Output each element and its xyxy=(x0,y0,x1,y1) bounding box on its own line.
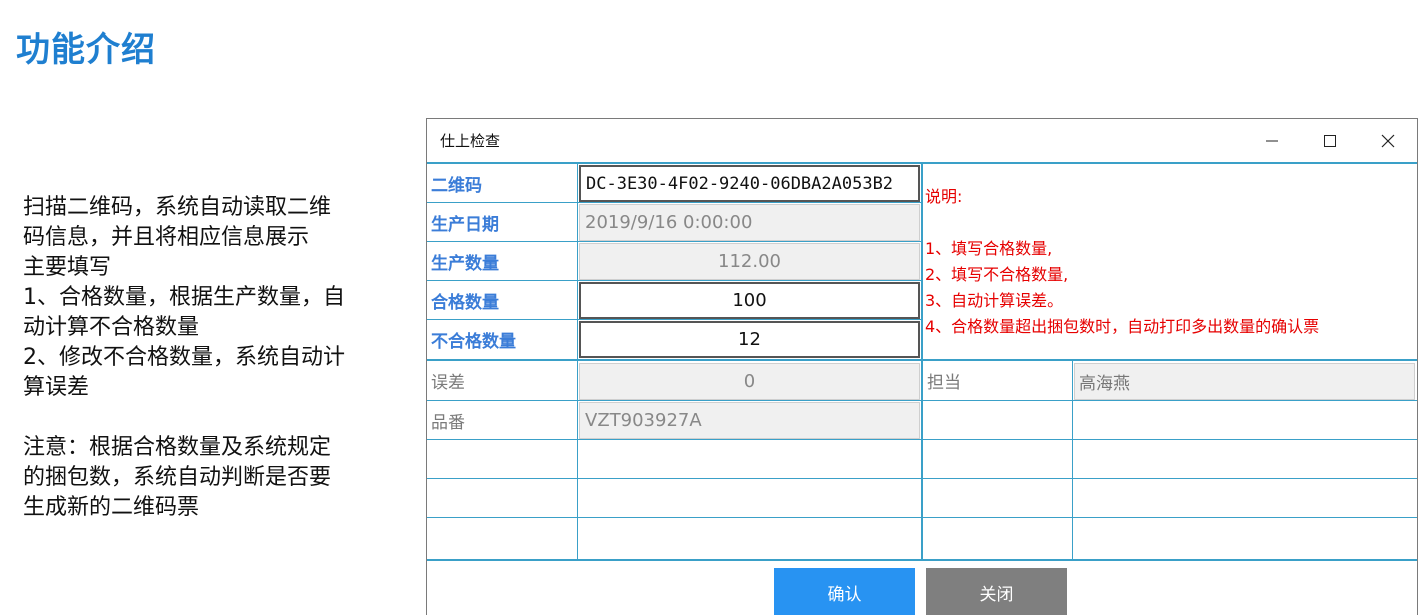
instruction-item: 3、自动计算误差。 xyxy=(925,291,1064,310)
owner-label: 担当 xyxy=(927,373,961,393)
owner-field: 高海燕 xyxy=(1074,363,1415,400)
intro-line: 1、合格数量，根据生产数量，自 xyxy=(23,285,345,310)
note-line: 生成新的二维码票 xyxy=(23,495,200,520)
production-date-field: 2019/9/16 0:00:00 xyxy=(579,204,920,241)
close-button[interactable] xyxy=(1359,119,1417,162)
intro-text: 扫描二维码，系统自动读取二维 码信息，并且将相应信息展示 主要填写 1、合格数量… xyxy=(23,193,403,523)
instructions-heading: 说明: xyxy=(925,187,963,206)
qrcode-label: 二维码 xyxy=(431,176,482,196)
grid-line xyxy=(921,164,923,561)
error-field: 0 xyxy=(579,363,920,400)
intro-line: 码信息，并且将相应信息展示 xyxy=(23,225,310,250)
pass-qty-label: 合格数量 xyxy=(431,293,499,313)
part-no-label: 品番 xyxy=(431,413,465,433)
maximize-icon xyxy=(1324,134,1336,147)
form-grid: 二维码 生产日期 生产数量 合格数量 不合格数量 误差 品番 DC-3E30-4… xyxy=(427,162,1418,561)
grid-line xyxy=(427,280,921,281)
intro-line: 扫描二维码，系统自动读取二维 xyxy=(23,195,332,220)
minimize-icon xyxy=(1266,140,1278,141)
maximize-button[interactable] xyxy=(1301,119,1359,162)
intro-line: 算误差 xyxy=(23,375,90,400)
intro-line: 动计算不合格数量 xyxy=(23,315,200,340)
production-date-label: 生产日期 xyxy=(431,215,499,235)
qrcode-input[interactable]: DC-3E30-4F02-9240-06DBA2A053B2 xyxy=(579,165,920,202)
inspection-dialog: 仕上检查 二维码 生产日期 生产数量 合格数量 不合格数量 误差 品番 DC-3… xyxy=(426,118,1418,615)
fail-qty-label: 不合格数量 xyxy=(431,332,516,352)
grid-line xyxy=(577,164,578,561)
instructions-panel: 说明: 1、填写合格数量, 2、填写不合格数量, 3、自动计算误差。 4、合格数… xyxy=(925,184,1418,340)
window-controls xyxy=(1243,119,1417,162)
instruction-item: 4、合格数量超出捆包数时，自动打印多出数量的确认票 xyxy=(925,317,1320,336)
production-qty-label: 生产数量 xyxy=(431,254,499,274)
dialog-title: 仕上检查 xyxy=(440,132,501,150)
pass-qty-input[interactable]: 100 xyxy=(579,282,920,319)
note-line: 注意：根据合格数量及系统规定 xyxy=(23,435,332,460)
dialog-titlebar[interactable]: 仕上检查 xyxy=(427,119,1417,162)
close-icon xyxy=(1381,134,1395,147)
confirm-button[interactable]: 确认 xyxy=(774,568,915,615)
part-no-field: VZT903927A xyxy=(579,402,920,439)
grid-line xyxy=(427,241,921,242)
note-line: 的捆包数，系统自动判断是否要 xyxy=(23,465,332,490)
error-label: 误差 xyxy=(431,373,465,393)
instruction-item: 1、填写合格数量, xyxy=(925,239,1053,258)
minimize-button[interactable] xyxy=(1243,119,1301,162)
instruction-item: 2、填写不合格数量, xyxy=(925,265,1069,284)
production-qty-field: 112.00 xyxy=(579,243,920,280)
intro-line: 主要填写 xyxy=(23,255,112,280)
close-dialog-button[interactable]: 关闭 xyxy=(926,568,1067,615)
grid-line xyxy=(427,202,921,203)
intro-line: 2、修改不合格数量，系统自动计 xyxy=(23,345,345,370)
grid-line xyxy=(1072,361,1073,561)
page-title: 功能介绍 xyxy=(16,30,156,70)
fail-qty-input[interactable]: 12 xyxy=(579,321,920,358)
